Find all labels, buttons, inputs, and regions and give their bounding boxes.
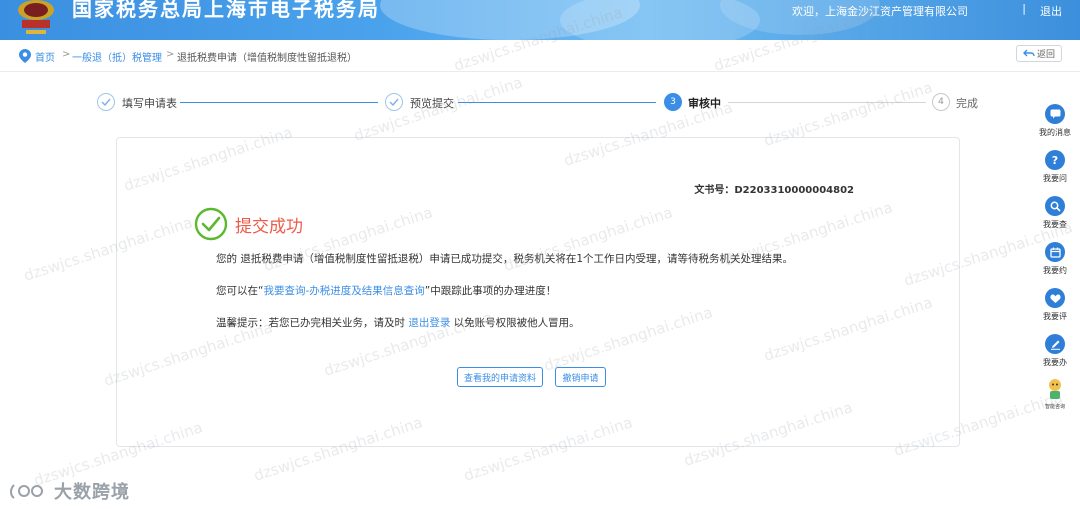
progress-query-prefix: 您可以在“ [216, 285, 264, 297]
rate-icon [1045, 288, 1065, 308]
bottom-brand-logo: 大数跨境 [10, 478, 130, 504]
progress-query-link[interactable]: 我要查询-办税进度及结果信息查询 [263, 285, 424, 297]
step-connector [180, 102, 378, 103]
site-title: 国家税务总局上海市电子税务局 [72, 0, 380, 21]
sidebar-item-ask[interactable]: ? 我要问 [1038, 150, 1072, 184]
sidebar-label: 我要评 [1043, 312, 1067, 321]
step-2-label: 预览提交 [410, 97, 454, 110]
calendar-icon [1045, 242, 1065, 262]
progress-query-suffix: ”中跟踪此事项的办理进度！ [424, 285, 557, 297]
sidebar-item-rate[interactable]: 我要评 [1038, 288, 1072, 322]
step-connector [728, 102, 926, 103]
breadcrumb: 首页 > 一般退（抵）税管理 > 退抵税费申请（增值税制度性留抵退税） 返回 [0, 40, 1080, 72]
top-header: 国家税务总局上海市电子税务局 欢迎，上海金沙江资产管理有限公司 | 退出 [0, 0, 1080, 40]
back-button-label: 返回 [1036, 50, 1055, 60]
logout-tip-suffix: 以免账号权限被他人冒用。 [450, 317, 580, 329]
sidebar-item-query[interactable]: 我要查 [1038, 196, 1072, 230]
breadcrumb-home[interactable]: 首页 [35, 49, 55, 64]
document-number: 文书号：D2203310000004802 [694, 185, 854, 196]
sidebar-item-handle[interactable]: 我要办 [1038, 334, 1072, 368]
question-icon: ? [1045, 150, 1065, 170]
success-title: 提交成功 [235, 217, 303, 237]
sidebar-item-smart-consult[interactable]: 智能咨询 [1038, 378, 1072, 410]
revoke-application-button[interactable]: 撤销申请 [555, 367, 606, 387]
step-4-number: 4 [932, 93, 950, 111]
brand-mark-icon [10, 484, 43, 499]
edit-icon [1045, 334, 1065, 354]
search-icon [1045, 196, 1065, 216]
step-1-label: 填写申请表 [122, 97, 177, 110]
sidebar-label: 我要查 [1043, 220, 1067, 229]
result-card: 文书号：D2203310000004802 提交成功 您的 退抵税费申请（增值税… [116, 137, 960, 447]
success-check-icon [194, 207, 228, 241]
message-icon [1045, 104, 1065, 124]
step-3-number: 3 [664, 93, 682, 111]
sidebar-item-messages[interactable]: 我的消息 [1038, 104, 1072, 138]
back-arrow-icon [1022, 49, 1035, 57]
welcome-text: 欢迎，上海金沙江资产管理有限公司 [792, 5, 968, 18]
robot-icon [1049, 379, 1061, 399]
sidebar-item-appointment[interactable]: 我要约 [1038, 242, 1072, 276]
sidebar-label: 我要办 [1043, 358, 1067, 367]
step-1-check-icon [97, 93, 115, 111]
sidebar-label: 智能咨询 [1044, 404, 1065, 410]
svg-text:?: ? [1052, 154, 1058, 166]
back-button[interactable]: 返回 [1016, 45, 1062, 62]
sidebar-label: 我要问 [1043, 174, 1067, 183]
logout-link[interactable]: 退出 [1040, 3, 1062, 19]
logout-tip-text: 温馨提示：若您已办完相关业务，请及时 退出登录 以免账号权限被他人冒用。 [216, 315, 580, 330]
sidebar-label: 我要约 [1043, 266, 1067, 275]
step-4-label: 完成 [956, 97, 978, 110]
logout-link-inline[interactable]: 退出登录 [408, 317, 450, 329]
breadcrumb-separator: > [166, 49, 175, 60]
breadcrumb-current: 退抵税费申请（增值税制度性留抵退税） [177, 53, 357, 64]
step-3-label: 审核中 [688, 97, 721, 110]
view-application-button[interactable]: 查看我的申请资料 [457, 367, 543, 387]
bottom-brand-text: 大数跨境 [54, 482, 130, 503]
sidebar-label: 我的消息 [1039, 128, 1071, 137]
breadcrumb-refund-management[interactable]: 一般退（抵）税管理 [72, 49, 162, 64]
step-connector [458, 102, 656, 103]
tax-bureau-logo [18, 0, 54, 34]
logout-tip-prefix: 温馨提示：若您已办完相关业务，请及时 [216, 317, 409, 329]
step-2-check-icon [385, 93, 403, 111]
progress-query-text: 您可以在“我要查询-办税进度及结果信息查询”中跟踪此事项的办理进度！ [216, 283, 556, 298]
header-separator: | [1022, 2, 1026, 15]
location-pin-icon [19, 49, 31, 63]
submit-result-text: 您的 退抵税费申请（增值税制度性留抵退税）申请已成功提交，税务机关将在1个工作日… [216, 253, 794, 265]
breadcrumb-separator: > [62, 49, 71, 60]
